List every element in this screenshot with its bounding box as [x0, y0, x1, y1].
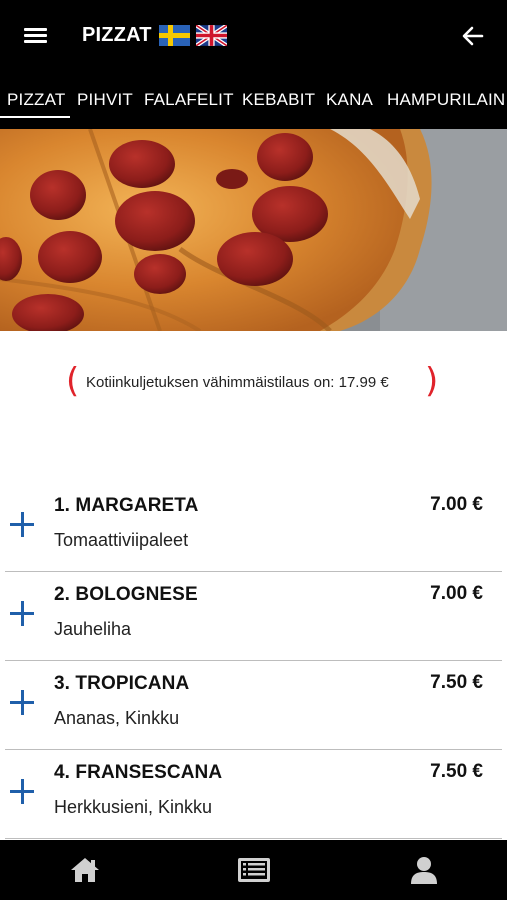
list-item: 3. TROPICANA 7.50 € Ananas, Kinkku [0, 660, 507, 750]
add-icon[interactable] [10, 690, 36, 716]
swedish-flag-icon[interactable] [159, 25, 190, 46]
left-bracket-icon: ( [66, 361, 80, 401]
item-description: Ananas, Kinkku [54, 708, 180, 728]
item-description: Tomaattiviipaleet [54, 530, 189, 550]
tab-hampurilaiset[interactable]: HAMPURILAIN [387, 90, 505, 110]
page-title: PIZZAT [82, 24, 152, 46]
uk-flag-icon[interactable] [196, 25, 227, 46]
item-name: 2. BOLOGNESE [54, 584, 198, 605]
item-name: 3. TROPICANA [54, 673, 190, 694]
category-tabs: PIZZAT PIHVIT FALAFELIT KEBABIT KANA HAM… [0, 72, 507, 129]
tab-pihvit[interactable]: PIHVIT [77, 90, 133, 110]
item-name: 4. FRANSESCANA [54, 762, 223, 783]
item-name: 1. MARGARETA [54, 495, 199, 516]
divider [5, 838, 502, 839]
item-price: 7.00 € [430, 494, 483, 515]
right-bracket-icon: ) [425, 361, 439, 401]
tab-kana[interactable]: KANA [326, 90, 373, 110]
hamburger-menu-icon[interactable] [24, 26, 48, 46]
item-price: 7.50 € [430, 761, 483, 782]
list-item: 4. FRANSESCANA 7.50 € Herkkusieni, Kinkk… [0, 749, 507, 839]
item-price: 7.50 € [430, 672, 483, 693]
active-tab-indicator [0, 116, 70, 118]
list-item: 1. MARGARETA 7.00 € Tomaattiviipaleet [0, 482, 507, 572]
add-icon[interactable] [10, 512, 36, 538]
tab-kebabit[interactable]: KEBABIT [242, 90, 315, 110]
user-icon[interactable] [407, 855, 441, 885]
top-bar: PIZZAT [0, 0, 507, 72]
home-icon[interactable] [68, 855, 102, 885]
tab-falafelit[interactable]: FALAFELIT [144, 90, 234, 110]
pepperoni-pizza-photo [0, 129, 507, 331]
add-icon[interactable] [10, 601, 36, 627]
add-icon[interactable] [10, 779, 36, 805]
minimum-order-text: Kotiinkuljetuksen vähimmäistilaus on: 17… [86, 374, 389, 391]
item-description: Jauheliha [54, 619, 132, 639]
tab-pizzat[interactable]: PIZZAT [7, 90, 66, 110]
menu-list-icon[interactable] [237, 855, 271, 885]
item-description: Herkkusieni, Kinkku [54, 797, 213, 817]
arrow-left-icon[interactable] [460, 23, 486, 49]
bottom-navigation [0, 840, 507, 900]
list-item: 2. BOLOGNESE 7.00 € Jauheliha [0, 571, 507, 661]
app-root: { "header": { "title": "PIZZAT", "langua… [0, 0, 507, 900]
minimum-order-notice: ( Kotiinkuljetuksen vähimmäistilaus on: … [0, 362, 507, 402]
item-price: 7.00 € [430, 583, 483, 604]
